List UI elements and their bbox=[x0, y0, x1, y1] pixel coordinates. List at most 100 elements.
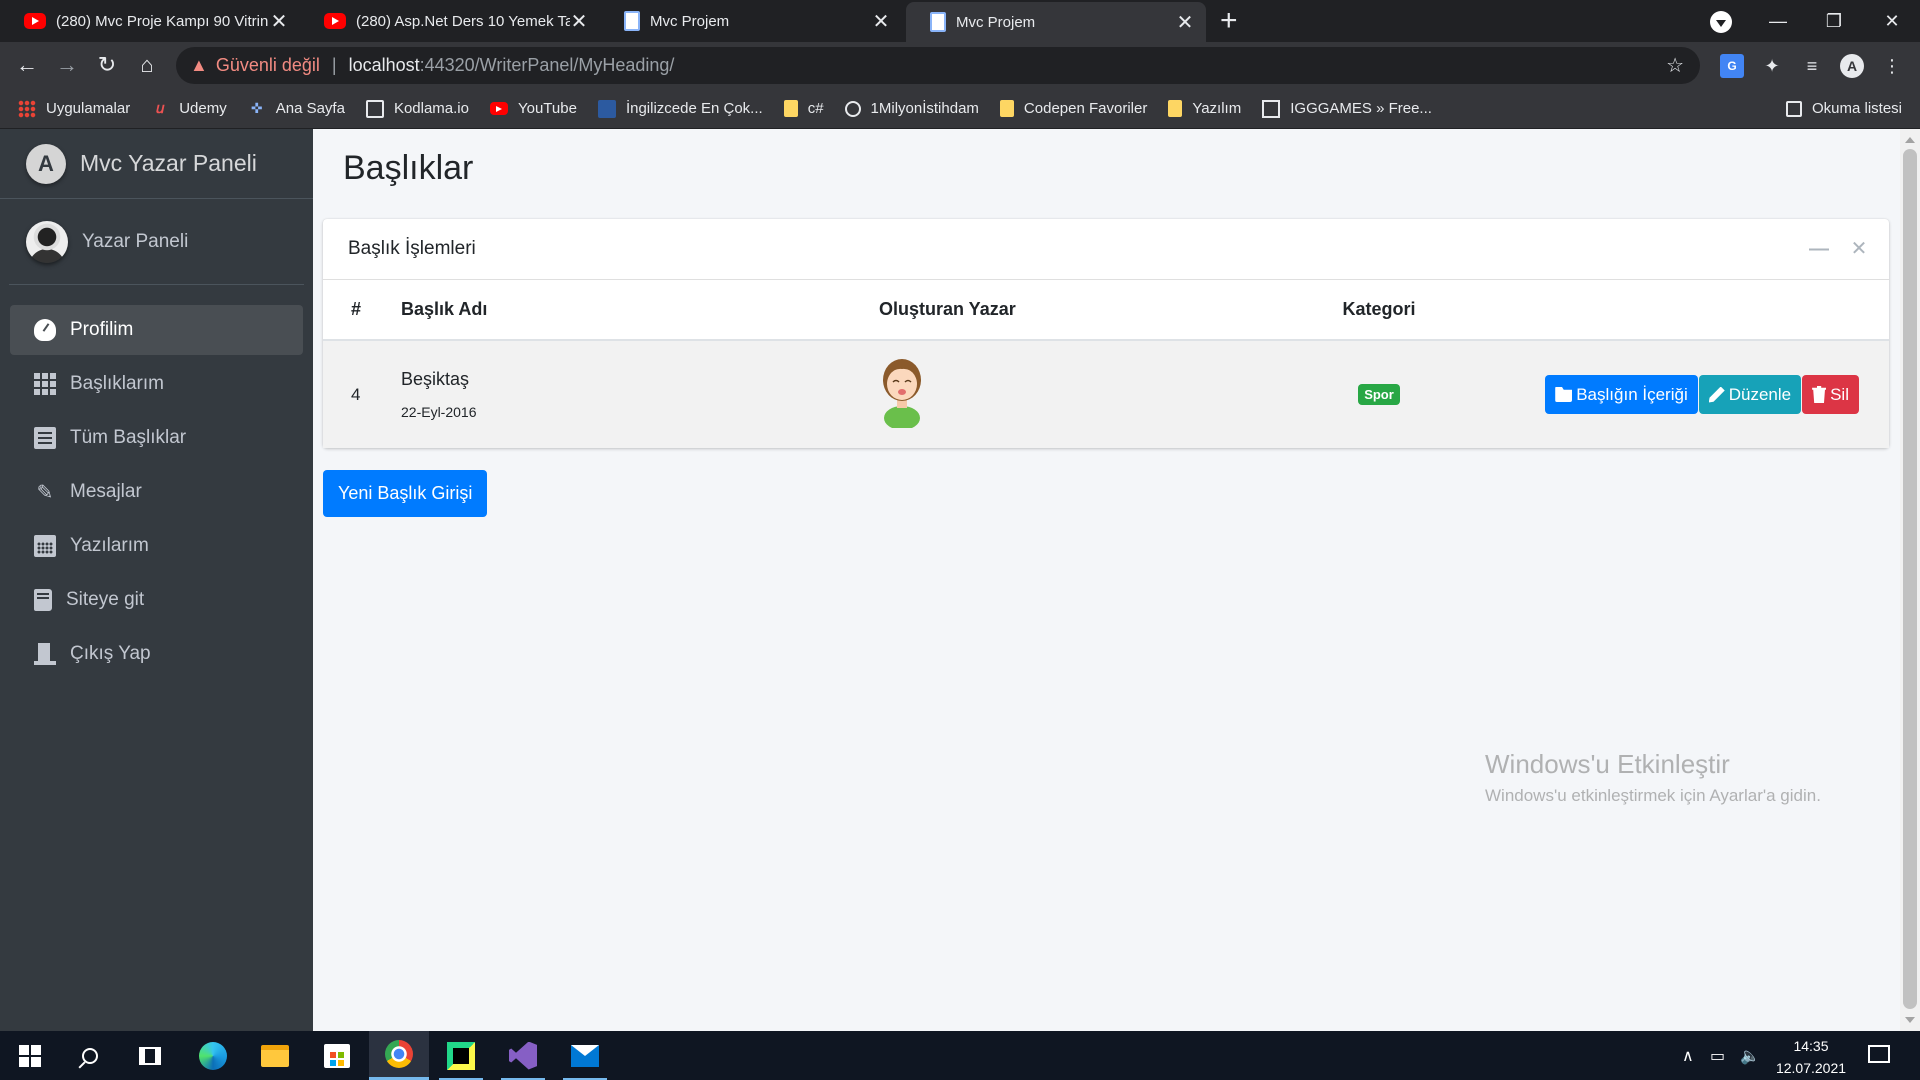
browser-tabstrip: (280) Mvc Proje Kampı 90 Vitrin 2 ✕ (280… bbox=[0, 0, 1920, 42]
button-label: Başlığın İçeriği bbox=[1576, 384, 1688, 404]
tab-title: (280) Asp.Net Ders 10 Yemek Tari bbox=[356, 12, 570, 30]
start-button[interactable] bbox=[0, 1031, 60, 1080]
web-page: A Mvc Yazar Paneli Yazar Paneli Profilim… bbox=[0, 129, 1920, 1031]
system-clock[interactable]: 14:35 12.07.2021 bbox=[1770, 1035, 1852, 1079]
warning-icon: ▲ bbox=[190, 55, 208, 75]
restore-icon[interactable]: ❐ bbox=[1806, 0, 1862, 42]
scroll-thumb[interactable] bbox=[1903, 149, 1917, 1009]
tab-close-icon[interactable]: ✕ bbox=[872, 9, 890, 34]
sidebar-item-yazilarim[interactable]: Yazılarım bbox=[10, 521, 303, 571]
tab-close-icon[interactable]: ✕ bbox=[1176, 10, 1194, 35]
forward-icon[interactable]: → bbox=[50, 48, 84, 82]
delete-button[interactable]: Sil bbox=[1802, 375, 1859, 414]
back-icon[interactable]: ← bbox=[10, 48, 44, 82]
youtube-icon bbox=[489, 102, 508, 115]
edit-button[interactable]: Düzenle bbox=[1698, 375, 1802, 414]
sidebar-item-cikis-yap[interactable]: Çıkış Yap bbox=[10, 629, 303, 679]
headings-card: Başlık İşlemleri — ✕ # Başlık Adı Oluştu… bbox=[323, 219, 1889, 448]
browser-tab-1[interactable]: (280) Mvc Proje Kampı 90 Vitrin 2 ✕ bbox=[0, 0, 300, 42]
card-header: Başlık İşlemleri — ✕ bbox=[323, 219, 1889, 280]
brand-link[interactable]: A Mvc Yazar Paneli bbox=[0, 129, 313, 199]
bookmark-udemy[interactable]: 𝑢 Udemy bbox=[151, 100, 227, 118]
notification-icon[interactable] bbox=[1868, 1045, 1890, 1063]
sidebar-item-siteye-git[interactable]: Siteye git bbox=[10, 575, 303, 625]
reading-list[interactable]: Okuma listesi bbox=[1785, 100, 1902, 117]
bookmarks-bar: Uygulamalar 𝑢 Udemy ✜ Ana Sayfa Kodlama.io… bbox=[0, 89, 1920, 129]
button-label: Sil bbox=[1830, 384, 1849, 404]
address-bar[interactable]: ▲ Güvenli değil | localhost:44320/Writer… bbox=[176, 47, 1700, 84]
bookmark-ingilizce[interactable]: İngilizcede En Çok... bbox=[597, 99, 763, 118]
user-panel[interactable]: Yazar Paneli bbox=[9, 199, 304, 285]
sidebar-item-label: Tüm Başlıklar bbox=[70, 427, 187, 448]
task-view-button[interactable] bbox=[120, 1031, 180, 1080]
translate-icon[interactable]: G bbox=[1720, 54, 1744, 78]
browser-tab-active[interactable]: Mvc Projem ✕ bbox=[906, 2, 1206, 42]
file-explorer-icon bbox=[261, 1044, 289, 1067]
edit-icon: ✎ bbox=[36, 481, 54, 504]
activation-watermark: Windows'u Etkinleştir Windows'u etkinleş… bbox=[1485, 749, 1821, 806]
tab-close-icon[interactable]: ✕ bbox=[270, 9, 288, 34]
battery-icon[interactable]: ▭ bbox=[1710, 1031, 1725, 1080]
sidebar-item-label: Başlıklarım bbox=[70, 373, 164, 394]
sidebar-item-tum-basliklar[interactable]: Tüm Başlıklar bbox=[10, 413, 303, 463]
taskbar-visual-studio[interactable] bbox=[493, 1031, 553, 1080]
taskbar-pycharm[interactable] bbox=[431, 1031, 491, 1080]
logout-icon bbox=[34, 643, 56, 665]
search-button[interactable] bbox=[60, 1031, 120, 1080]
scroll-down-icon[interactable] bbox=[1905, 1017, 1915, 1023]
taskbar-file-explorer[interactable] bbox=[245, 1031, 305, 1080]
close-window-icon[interactable]: ✕ bbox=[1864, 0, 1920, 42]
home-icon[interactable]: ⌂ bbox=[130, 48, 164, 82]
folder-icon bbox=[999, 100, 1014, 117]
tab-search-icon[interactable] bbox=[1710, 11, 1732, 33]
menu-icon[interactable]: ⋮ bbox=[1880, 54, 1904, 78]
bookmark-yazilim[interactable]: Yazılım bbox=[1168, 100, 1241, 117]
media-control-icon[interactable]: ≡ bbox=[1800, 54, 1824, 78]
column-header-actions bbox=[1479, 280, 1889, 341]
sidebar-item-mesajlar[interactable]: ✎ Mesajlar bbox=[10, 467, 303, 517]
bookmark-youtube[interactable]: YouTube bbox=[489, 100, 577, 117]
page-scrollbar[interactable] bbox=[1900, 129, 1920, 1031]
actions-cell: Başlığın İçeriği Düzenle Sil bbox=[1479, 340, 1889, 448]
bookmark-csharp[interactable]: c# bbox=[783, 100, 824, 117]
brand-logo-icon: A bbox=[26, 143, 66, 184]
profile-avatar-icon[interactable]: A bbox=[1840, 54, 1864, 78]
folder-icon bbox=[1555, 387, 1573, 402]
collapse-icon[interactable]: — bbox=[1807, 237, 1831, 261]
bookmark-star-icon[interactable]: ☆ bbox=[1666, 53, 1684, 78]
browser-toolbar: ← → ↻ ⌂ ▲ Güvenli değil | localhost:4432… bbox=[0, 42, 1920, 89]
heading-content-button[interactable]: Başlığın İçeriği bbox=[1545, 375, 1698, 414]
reload-icon[interactable]: ↻ bbox=[90, 48, 124, 82]
document-icon bbox=[930, 12, 946, 32]
task-view-icon bbox=[139, 1046, 161, 1065]
show-hidden-icons[interactable]: ∧ bbox=[1682, 1031, 1694, 1080]
new-heading-button[interactable]: Yeni Başlık Girişi bbox=[323, 470, 488, 517]
taskbar-store[interactable] bbox=[307, 1031, 367, 1080]
sidebar-item-basliklarim[interactable]: Başlıklarım bbox=[10, 359, 303, 409]
taskbar-chrome[interactable] bbox=[369, 1031, 429, 1080]
bookmark-ana-sayfa[interactable]: ✜ Ana Sayfa bbox=[248, 100, 345, 118]
table-header-row: # Başlık Adı Oluşturan Yazar Kategori bbox=[323, 280, 1889, 341]
browser-tab-2[interactable]: (280) Asp.Net Ders 10 Yemek Tari ✕ bbox=[300, 0, 600, 42]
tab-close-icon[interactable]: ✕ bbox=[570, 9, 588, 34]
volume-icon[interactable]: 🔈 bbox=[1740, 1031, 1760, 1080]
extensions-icon[interactable]: ✦ bbox=[1760, 54, 1784, 78]
sidebar-item-label: Profilim bbox=[70, 319, 134, 340]
bookmark-label: IGGGAMES » Free... bbox=[1290, 100, 1432, 117]
bookmark-kodlama[interactable]: Kodlama.io bbox=[365, 99, 469, 118]
remove-icon[interactable]: ✕ bbox=[1847, 237, 1871, 261]
bookmark-label: 1Milyonİstihdam bbox=[870, 100, 979, 117]
bookmark-codepen[interactable]: Codepen Favoriler bbox=[999, 100, 1147, 117]
taskbar-mail[interactable] bbox=[555, 1031, 615, 1080]
bookmark-uygulamalar[interactable]: Uygulamalar bbox=[18, 99, 130, 118]
new-tab-button[interactable]: + bbox=[1220, 4, 1238, 38]
bookmark-1milyonistihdam[interactable]: 1Milyonİstihdam bbox=[844, 100, 979, 117]
scroll-up-icon[interactable] bbox=[1905, 137, 1915, 143]
browser-tab-3[interactable]: Mvc Projem ✕ bbox=[600, 0, 902, 42]
bookmark-igggames[interactable]: IGGGAMES » Free... bbox=[1262, 99, 1432, 118]
sidebar-item-label: Yazılarım bbox=[70, 535, 149, 556]
taskbar-edge[interactable] bbox=[183, 1031, 243, 1080]
minimize-icon[interactable]: — bbox=[1750, 0, 1806, 42]
security-label[interactable]: Güvenli değil bbox=[216, 55, 320, 76]
sidebar-item-profilim[interactable]: Profilim bbox=[10, 305, 303, 355]
